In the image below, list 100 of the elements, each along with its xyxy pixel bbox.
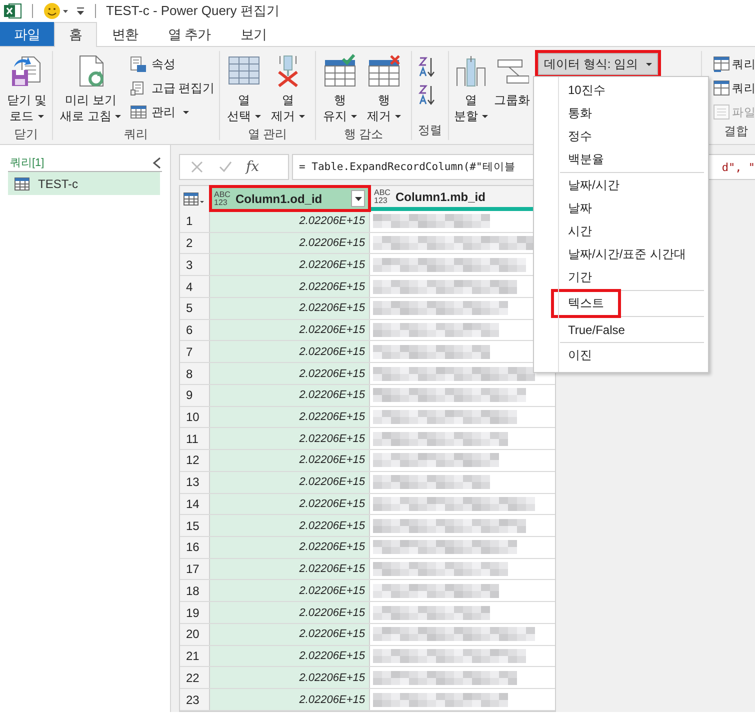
type-label: ABC 123 bbox=[374, 188, 390, 204]
column-title: Column1.mb_id bbox=[395, 190, 486, 204]
row-number: 4 bbox=[180, 276, 210, 297]
ribbon-tab[interactable]: 변환 bbox=[97, 22, 153, 46]
table-cell: 2.02206E+15 bbox=[210, 689, 370, 710]
caret-icon bbox=[354, 196, 362, 200]
table-cell: 2.02206E+15 bbox=[210, 472, 370, 493]
row-number: 5 bbox=[180, 298, 210, 319]
query-item[interactable]: TEST-c bbox=[8, 172, 160, 195]
ribbon-button[interactable]: 열 선택 bbox=[223, 51, 265, 126]
ribbon-button[interactable]: 행 유지 bbox=[319, 51, 361, 126]
ribbon-button[interactable]: 행 제거 bbox=[363, 51, 405, 126]
ribbon-button[interactable]: 그룹화 bbox=[492, 51, 532, 126]
ribbon-tab[interactable]: 보기 bbox=[226, 22, 282, 46]
table-cell: 2.02206E+15 bbox=[210, 363, 370, 384]
row-number: 22 bbox=[180, 667, 210, 688]
data-type-dropdown[interactable]: 데이터 형식: 임의 bbox=[538, 53, 658, 75]
menu-item[interactable]: True/False bbox=[562, 318, 631, 341]
ribbon-button[interactable]: 미리 보기 새로 고침 bbox=[56, 51, 126, 126]
row-number: 18 bbox=[180, 580, 210, 602]
remove-rows-icon bbox=[367, 54, 401, 88]
menu-item[interactable]: 날짜/시간/표준 시간대 bbox=[562, 243, 692, 266]
ribbon-button[interactable]: 고급 편집기 bbox=[127, 77, 218, 99]
group-label: 쿼리 bbox=[123, 126, 149, 143]
table-cell: 2.02206E+15 bbox=[210, 341, 370, 362]
menu-item[interactable]: 이진 bbox=[562, 344, 598, 367]
table-cell: 2.02206E+15 bbox=[210, 384, 370, 406]
window-title: TEST-c - Power Query 편집기 bbox=[106, 2, 280, 20]
menu-item[interactable]: 시간 bbox=[562, 220, 598, 243]
row-number: 20 bbox=[180, 624, 210, 645]
row-number: 19 bbox=[180, 602, 210, 623]
table-cell: 2.02206E+15 bbox=[210, 298, 370, 319]
table-cell: 2.02206E+15 bbox=[210, 450, 370, 471]
ribbon-button[interactable]: 열 제거 bbox=[267, 51, 309, 126]
cancel-icon bbox=[190, 160, 204, 174]
row-number: 12 bbox=[180, 450, 210, 471]
check-icon bbox=[218, 160, 232, 174]
menu-item[interactable]: 정수 bbox=[562, 125, 598, 148]
ribbon-button[interactable]: 쿼리 bbox=[712, 77, 755, 99]
table-cell: 2.02206E+15 bbox=[210, 580, 370, 602]
table-cell: 2.02206E+15 bbox=[210, 537, 370, 558]
row-number: 21 bbox=[180, 646, 210, 666]
menu-item[interactable]: 10진수 bbox=[562, 79, 612, 102]
row-number: 15 bbox=[180, 515, 210, 536]
ribbon-button[interactable]: 쿼리 bbox=[712, 53, 755, 75]
table-cell: 2.02206E+15 bbox=[210, 558, 370, 580]
table-icon bbox=[130, 104, 148, 120]
smiley-icon bbox=[43, 2, 69, 20]
menu-item[interactable]: 날짜 bbox=[562, 197, 598, 220]
spreadsheet-app-icon bbox=[4, 3, 22, 19]
row-number: 11 bbox=[180, 428, 210, 450]
file-tab[interactable]: 파일 bbox=[0, 22, 54, 46]
row-number: 13 bbox=[180, 472, 210, 493]
column-title: Column1.od_id bbox=[235, 192, 322, 206]
table-cell: 2.02206E+15 bbox=[210, 254, 370, 276]
menu-item[interactable]: 기간 bbox=[562, 266, 598, 289]
table-cell: 2.02206E+15 bbox=[210, 406, 370, 428]
row-number: 7 bbox=[180, 341, 210, 362]
function-label: fx bbox=[246, 159, 260, 175]
table-cell: 2.02206E+15 bbox=[210, 624, 370, 645]
group-label: 정렬 bbox=[417, 122, 443, 139]
sort-descending-icon bbox=[418, 84, 436, 105]
collapse-icon bbox=[152, 156, 162, 168]
table-cell: 2.02206E+15 bbox=[210, 211, 370, 232]
type-label: ABC 123 bbox=[214, 190, 230, 206]
group-label: 행 감소 bbox=[342, 126, 384, 143]
ribbon-tab[interactable]: 홈 bbox=[54, 22, 97, 47]
customize-icon bbox=[75, 5, 85, 17]
split-column-icon bbox=[454, 54, 488, 88]
row-number: 8 bbox=[180, 363, 210, 384]
ribbon-button[interactable]: 열 분할 bbox=[452, 51, 490, 126]
ribbon-tab[interactable]: 열 추가 bbox=[153, 22, 226, 46]
row-number: 14 bbox=[180, 494, 210, 514]
row-number: 3 bbox=[180, 254, 210, 276]
group-label: 열 관리 bbox=[246, 126, 288, 143]
ribbon-button[interactable]: 관리 bbox=[127, 101, 218, 123]
table-icon bbox=[14, 176, 30, 190]
menu-item[interactable]: 통화 bbox=[562, 102, 598, 125]
ribbon-button[interactable]: 닫기 및 로드 bbox=[3, 51, 50, 126]
group-label: 닫기 bbox=[13, 126, 39, 143]
keep-rows-icon bbox=[323, 54, 357, 88]
filter-button[interactable] bbox=[351, 190, 365, 207]
row-number: 2 bbox=[180, 232, 210, 254]
row-number: 1 bbox=[180, 211, 210, 232]
table-cell: 2.02206E+15 bbox=[210, 320, 370, 340]
table-icon bbox=[713, 56, 730, 72]
table-cell: 2.02206E+15 bbox=[210, 232, 370, 254]
row-number: 23 bbox=[180, 689, 210, 710]
table-cell: 2.02206E+15 bbox=[210, 276, 370, 297]
row-number: 16 bbox=[180, 537, 210, 558]
row-number: 9 bbox=[180, 384, 210, 406]
document-icon bbox=[713, 104, 730, 120]
table-cell: 2.02206E+15 bbox=[210, 646, 370, 666]
group-label: 결합 bbox=[723, 123, 749, 140]
table-cell: 2.02206E+15 bbox=[210, 515, 370, 536]
menu-item[interactable]: 텍스트 bbox=[554, 292, 618, 315]
ribbon-button[interactable]: 속성 bbox=[127, 53, 218, 75]
table-menu-icon bbox=[183, 192, 205, 206]
table-cell: 2.02206E+15 bbox=[210, 667, 370, 688]
row-number: 6 bbox=[180, 320, 210, 340]
